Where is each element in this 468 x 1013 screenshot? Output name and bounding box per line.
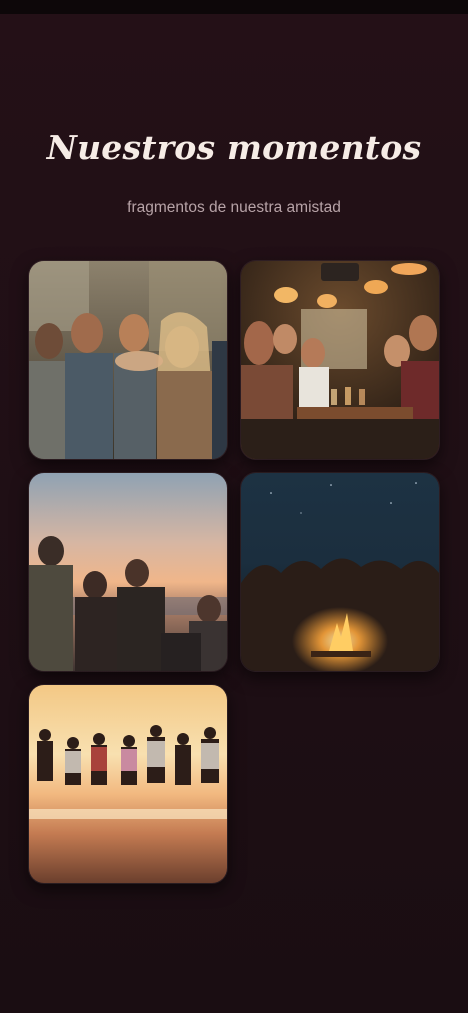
gallery-photo-restaurant[interactable] [240, 260, 440, 460]
gallery-photo-campfire[interactable] [240, 472, 440, 672]
photo-image [29, 685, 227, 883]
page-title: Nuestros momentos [46, 128, 422, 167]
gallery-photo-rooftop-sunset[interactable] [28, 472, 228, 672]
photo-image [241, 473, 439, 671]
status-bar [0, 0, 468, 14]
photo-image [241, 261, 439, 459]
gallery-photo-beach-jump[interactable] [28, 684, 228, 884]
photo-image [29, 473, 227, 671]
photo-image [29, 261, 227, 459]
gallery-photo-toast[interactable] [28, 260, 228, 460]
page-subtitle: fragmentos de nuestra amistad [127, 199, 341, 216]
page-header: Nuestros momentos [0, 128, 468, 167]
